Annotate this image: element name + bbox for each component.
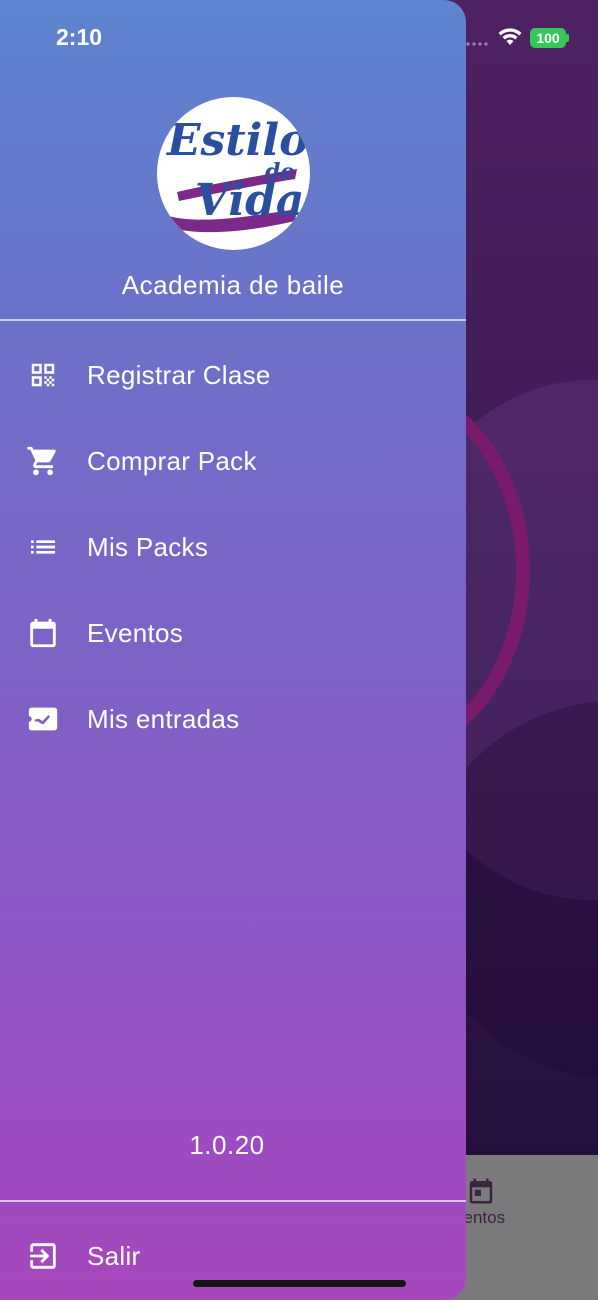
divider bbox=[0, 1200, 466, 1202]
wifi-icon bbox=[498, 28, 522, 45]
status-time: 2:10 bbox=[56, 24, 103, 50]
brand-subtitle: Academia de baile bbox=[121, 270, 345, 300]
home-indicator[interactable] bbox=[193, 1280, 406, 1287]
menu-item-eventos[interactable]: Eventos bbox=[0, 590, 466, 676]
battery-indicator: 100 bbox=[530, 28, 566, 48]
navigation-drawer: 2:10 Estilo de Vida Academia de baile Re… bbox=[0, 0, 466, 1300]
menu-label: Comprar Pack bbox=[87, 445, 257, 476]
menu-item-mis-packs[interactable]: Mis Packs bbox=[0, 504, 466, 590]
menu-item-comprar-pack[interactable]: Comprar Pack bbox=[0, 418, 466, 504]
menu-item-registrar-clase[interactable]: Registrar Clase bbox=[0, 332, 466, 418]
calendar-icon bbox=[26, 616, 60, 650]
logout-icon bbox=[26, 1239, 60, 1273]
cart-icon bbox=[26, 444, 60, 478]
logout-label: Salir bbox=[87, 1240, 141, 1271]
qr-code-icon bbox=[26, 358, 60, 392]
svg-text:Vida: Vida bbox=[195, 175, 304, 226]
drawer-menu: Registrar Clase Comprar Pack Mis Packs E… bbox=[0, 332, 466, 762]
menu-label: Mis Packs bbox=[87, 531, 209, 562]
calendar-icon bbox=[469, 1178, 493, 1204]
app-version: 1.0.20 bbox=[189, 1130, 265, 1160]
menu-label: Eventos bbox=[87, 617, 184, 648]
menu-item-mis-entradas[interactable]: Mis entradas bbox=[0, 676, 466, 762]
menu-label: Mis entradas bbox=[87, 703, 240, 734]
divider bbox=[0, 319, 466, 321]
battery-tip bbox=[566, 34, 569, 42]
signal-dots-icon bbox=[466, 42, 488, 46]
logo-artwork: Estilo de Vida bbox=[165, 115, 308, 233]
brand-logo: Estilo de Vida bbox=[157, 97, 310, 250]
ticket-icon bbox=[26, 702, 60, 736]
list-icon bbox=[26, 530, 60, 564]
menu-label: Registrar Clase bbox=[87, 359, 271, 390]
